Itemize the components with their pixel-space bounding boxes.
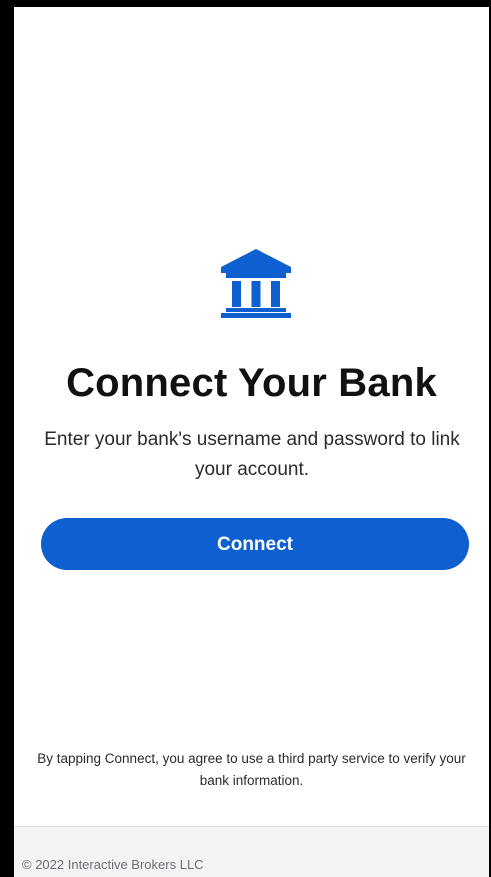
connect-bank-screen: Connect Your Bank Enter your bank's user… bbox=[14, 7, 489, 877]
bank-icon bbox=[221, 249, 291, 318]
instructions-text: Enter your bank's username and password … bbox=[44, 429, 460, 480]
copyright-text: © 2022 Interactive Brokers LLC bbox=[22, 857, 204, 872]
footer: © 2022 Interactive Brokers LLC bbox=[14, 826, 489, 877]
disclaimer-text: By tapping Connect, you agree to use a t… bbox=[37, 751, 466, 788]
page-title: Connect Your Bank bbox=[66, 361, 437, 405]
connect-button[interactable]: Connect bbox=[41, 518, 469, 570]
device-frame: Connect Your Bank Enter your bank's user… bbox=[0, 0, 491, 877]
